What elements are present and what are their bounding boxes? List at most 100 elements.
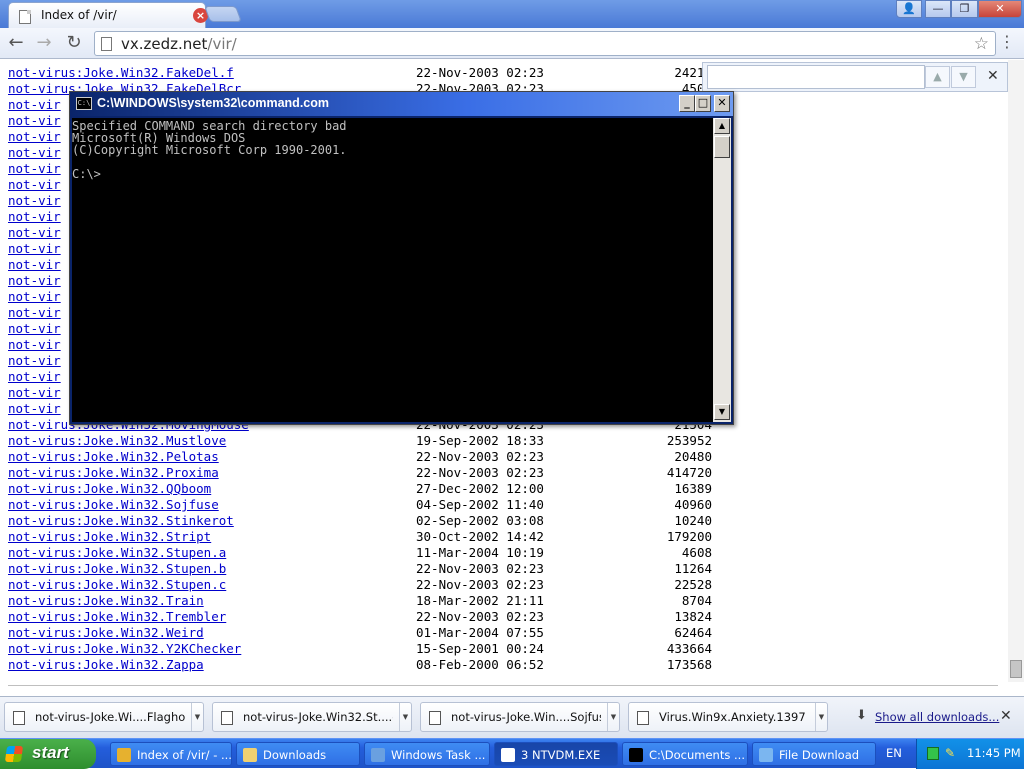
file-link[interactable]: not-vir <box>8 385 61 400</box>
cmd-minimize-button[interactable]: _ <box>679 95 695 112</box>
cmd-scrollbar-thumb[interactable] <box>714 136 730 158</box>
show-all-downloads-link[interactable]: Show all downloads... <box>875 710 999 724</box>
dropdown-arrow-icon[interactable]: ▼ <box>815 703 827 731</box>
cmd-console-output[interactable]: Specified COMMAND search directory bad M… <box>72 118 713 422</box>
new-tab-button[interactable] <box>204 6 242 22</box>
download-item[interactable]: not-virus-Joke.Win32.St....c ▼ <box>212 702 412 732</box>
list-item: not-vir <box>8 401 61 417</box>
back-arrow-icon[interactable]: ← <box>4 31 28 55</box>
file-link[interactable]: not-vir <box>8 177 61 192</box>
download-item[interactable]: not-virus-Joke.Wi....Flaghost ▼ <box>4 702 204 732</box>
file-link[interactable]: not-virus:Joke.Win32.Sojfuse <box>8 497 219 512</box>
file-link[interactable]: not-virus:Joke.Win32.Pelotas <box>8 449 219 464</box>
file-link[interactable]: not-vir <box>8 305 61 320</box>
scroll-down-arrow-icon[interactable]: ▼ <box>714 404 730 420</box>
file-link[interactable]: not-vir <box>8 161 61 176</box>
file-link[interactable]: not-vir <box>8 337 61 352</box>
file-link[interactable]: not-vir <box>8 257 61 272</box>
list-item: not-virus:Joke.Win32.Sojfuse 04-Sep-2002 … <box>8 497 712 513</box>
taskbar-task[interactable]: Windows Task ... <box>364 742 490 766</box>
file-link[interactable]: not-virus:Joke.Win32.Weird <box>8 625 204 640</box>
file-link[interactable]: not-vir <box>8 241 61 256</box>
start-button[interactable]: start <box>0 739 96 769</box>
file-link[interactable]: not-virus:Joke.Win32.Stupen.c <box>8 577 226 592</box>
taskbar-task[interactable]: Downloads <box>236 742 360 766</box>
dropdown-arrow-icon[interactable]: ▼ <box>399 703 411 731</box>
file-link[interactable]: not-virus:Joke.Win32.FakeDel.f <box>8 65 234 80</box>
file-link[interactable]: not-vir <box>8 225 61 240</box>
taskbar-task[interactable]: C:\Documents ... <box>622 742 748 766</box>
list-item: not-vir <box>8 273 61 289</box>
task-app-icon <box>501 748 515 762</box>
list-item: not-virus:Joke.Win32.Stinkerot 02-Sep-200… <box>8 513 712 529</box>
download-item[interactable]: Virus.Win9x.Anxiety.1397 ▼ <box>628 702 828 732</box>
downloads-close-icon[interactable]: ✕ <box>1000 708 1012 724</box>
file-link[interactable]: not-virus:Joke.Win32.Stript <box>8 529 211 544</box>
file-link[interactable]: not-virus:Joke.Win32.Y2KChecker <box>8 641 241 656</box>
bookmark-star-icon[interactable]: ☆ <box>974 34 989 54</box>
file-link[interactable]: not-virus:Joke.Win32.Stinkerot <box>8 513 234 528</box>
file-date: 22-Nov-2003 02:23 <box>416 65 544 80</box>
file-link[interactable]: not-vir <box>8 369 61 384</box>
cmd-scrollbar[interactable]: ▲ ▼ <box>713 118 731 422</box>
download-item[interactable]: not-virus-Joke.Win....Sojfuse ▼ <box>420 702 620 732</box>
file-link[interactable]: not-virus:Joke.Win32.Trembler <box>8 609 226 624</box>
command-prompt-window[interactable]: C:\ C:\WINDOWS\system32\command.com _ □ … <box>69 91 734 425</box>
file-link[interactable]: not-vir <box>8 193 61 208</box>
file-icon <box>429 711 441 725</box>
scroll-up-arrow-icon[interactable]: ▲ <box>714 118 730 134</box>
download-name: not-virus-Joke.Win32.St....c <box>243 710 393 724</box>
taskbar-task[interactable]: Index of /vir/ - ... <box>110 742 232 766</box>
file-link[interactable]: not-virus:Joke.Win32.Stupen.a <box>8 545 226 560</box>
file-date: 22-Nov-2003 02:23 <box>416 609 544 624</box>
file-link[interactable]: not-vir <box>8 401 61 416</box>
language-indicator[interactable]: EN <box>886 746 902 760</box>
file-link[interactable]: not-vir <box>8 209 61 224</box>
file-date: 15-Sep-2001 00:24 <box>416 641 544 656</box>
scrollbar-thumb[interactable] <box>1010 660 1022 678</box>
cmd-titlebar[interactable]: C:\ C:\WINDOWS\system32\command.com _ □ … <box>70 92 733 116</box>
file-link[interactable]: not-vir <box>8 145 61 160</box>
close-window-button[interactable]: ✕ <box>978 0 1022 18</box>
cmd-maximize-button[interactable]: □ <box>695 95 711 112</box>
file-link[interactable]: not-vir <box>8 353 61 368</box>
cmd-close-button[interactable]: ✕ <box>714 95 730 112</box>
find-close-icon[interactable]: ✕ <box>987 68 999 84</box>
find-previous-button[interactable]: ▲ <box>925 66 950 88</box>
file-link[interactable]: not-vir <box>8 321 61 336</box>
file-link[interactable]: not-vir <box>8 97 61 112</box>
file-link[interactable]: not-virus:Joke.Win32.Proxima <box>8 465 219 480</box>
list-item: not-virus:Joke.Win32.Mustlove 19-Sep-2002… <box>8 433 712 449</box>
file-link[interactable]: not-vir <box>8 113 61 128</box>
file-link[interactable]: not-virus:Joke.Win32.Mustlove <box>8 433 226 448</box>
tab-index-of-vir[interactable]: Index of /vir/ × <box>8 2 208 28</box>
page-scrollbar[interactable] <box>1008 60 1024 682</box>
file-link[interactable]: not-virus:Joke.Win32.Train <box>8 593 204 608</box>
forward-arrow-icon[interactable]: → <box>32 31 56 55</box>
file-link[interactable]: not-vir <box>8 289 61 304</box>
taskbar-task[interactable]: File Download <box>752 742 876 766</box>
file-date: 19-Sep-2002 18:33 <box>416 433 544 448</box>
list-item: not-vir <box>8 113 61 129</box>
find-next-button[interactable]: ▼ <box>951 66 976 88</box>
url-text[interactable]: vx.zedz.net/vir/ <box>121 35 237 53</box>
dropdown-arrow-icon[interactable]: ▼ <box>191 703 203 731</box>
find-input[interactable] <box>707 65 925 89</box>
file-link[interactable]: not-vir <box>8 273 61 288</box>
file-link[interactable]: not-virus:Joke.Win32.Stupen.b <box>8 561 226 576</box>
minimize-button[interactable]: — <box>925 0 951 18</box>
file-link[interactable]: not-virus:Joke.Win32.Zappa <box>8 657 204 672</box>
dropdown-arrow-icon[interactable]: ▼ <box>607 703 619 731</box>
user-icon[interactable]: 👤 <box>896 0 922 18</box>
file-date: 01-Mar-2004 07:55 <box>416 625 544 640</box>
file-link[interactable]: not-virus:Joke.Win32.QQboom <box>8 481 211 496</box>
wrench-menu-icon[interactable]: ⋮ <box>999 32 1015 51</box>
address-bar[interactable]: vx.zedz.net/vir/ ☆ <box>94 31 996 56</box>
reload-icon[interactable]: ↻ <box>62 31 86 55</box>
maximize-button[interactable]: ❐ <box>951 0 978 18</box>
taskbar-task[interactable]: 3 NTVDM.EXE <box>494 742 618 766</box>
tray-pen-icon[interactable]: ✎ <box>945 747 959 760</box>
network-icon[interactable] <box>927 747 939 760</box>
file-link[interactable]: not-vir <box>8 129 61 144</box>
